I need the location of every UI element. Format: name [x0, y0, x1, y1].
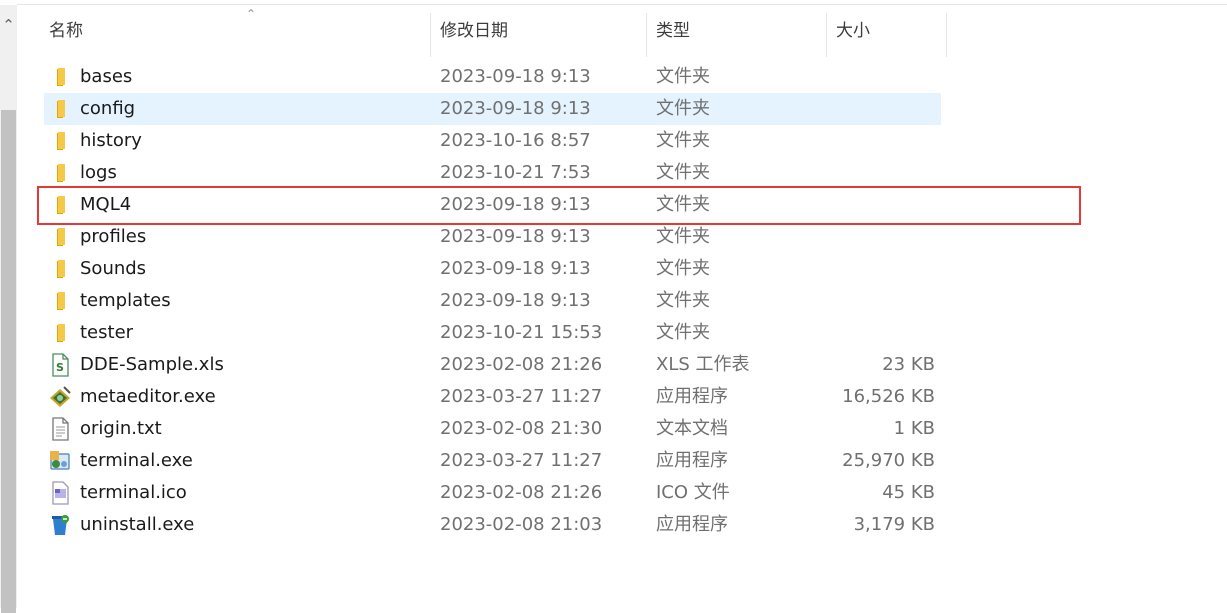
file-modified-date: 2023-09-18 9:13 [440, 226, 591, 247]
file-name[interactable]: logs [80, 157, 117, 189]
folder-icon [48, 97, 72, 121]
file-name[interactable]: templates [80, 285, 171, 317]
highlight-annotation-box [37, 186, 1081, 225]
file-size: 3,179 KB [853, 514, 935, 535]
spreadsheet-icon: S [48, 353, 72, 377]
sort-ascending-icon: ⌃ [246, 7, 257, 21]
scroll-up-arrow-icon[interactable]: ⌃ [0, 15, 17, 35]
file-row[interactable]: uninstall.exe 2023-02-08 21:03 应用程序 3,179 K… [44, 509, 941, 541]
file-type: 文件夹 [656, 290, 710, 311]
text-file-icon [48, 417, 72, 441]
column-separator[interactable] [946, 13, 947, 57]
file-size: 1 KB [893, 418, 935, 439]
column-header-bar: ⌃ 名称 修改日期 类型 大小 [17, 6, 1227, 57]
file-type: 文件夹 [656, 258, 710, 279]
file-modified-date: 2023-10-21 15:53 [440, 322, 603, 343]
file-size: 16,526 KB [842, 386, 935, 407]
file-row[interactable]: bases 2023-09-18 9:13 文件夹 [44, 61, 941, 93]
file-name[interactable]: metaeditor.exe [80, 381, 216, 413]
folder-icon [48, 257, 72, 281]
file-modified-date: 2023-10-16 8:57 [440, 130, 591, 151]
file-modified-date: 2023-09-18 9:13 [440, 258, 591, 279]
file-name[interactable]: terminal.ico [80, 477, 187, 509]
file-modified-date: 2023-03-27 11:27 [440, 386, 603, 407]
column-separator[interactable] [646, 13, 647, 57]
file-type: 应用程序 [656, 450, 728, 471]
file-row[interactable]: history 2023-10-16 8:57 文件夹 [44, 125, 941, 157]
folder-icon [48, 161, 72, 185]
scroll-thumb[interactable] [1, 110, 16, 613]
file-name[interactable]: terminal.exe [80, 445, 193, 477]
folder-icon [48, 65, 72, 89]
file-name[interactable]: origin.txt [80, 413, 162, 445]
file-type: 应用程序 [656, 514, 728, 535]
file-type: 文件夹 [656, 226, 710, 247]
file-modified-date: 2023-10-21 7:53 [440, 162, 591, 183]
file-type: XLS 工作表 [656, 354, 750, 375]
file-row[interactable]: logs 2023-10-21 7:53 文件夹 [44, 157, 941, 189]
file-size: 45 KB [882, 482, 935, 503]
column-separator[interactable] [430, 13, 431, 57]
file-name[interactable]: tester [80, 317, 133, 349]
file-row[interactable]: terminal.exe 2023-03-27 11:27 应用程序 25,970 K… [44, 445, 941, 477]
file-row[interactable]: templates 2023-09-18 9:13 文件夹 [44, 285, 941, 317]
column-header-type[interactable]: 类型 [656, 20, 690, 42]
file-type: 文件夹 [656, 66, 710, 87]
file-name[interactable]: history [80, 125, 142, 157]
ico-file-icon [48, 481, 72, 505]
file-type: 文件夹 [656, 130, 710, 151]
top-divider [17, 4, 1227, 5]
svg-text:S: S [56, 361, 64, 374]
file-name[interactable]: Sounds [80, 253, 146, 285]
file-size: 23 KB [882, 354, 935, 375]
file-modified-date: 2023-09-18 9:13 [440, 290, 591, 311]
terminal-app-icon [48, 449, 72, 473]
file-name[interactable]: bases [80, 61, 132, 93]
file-row[interactable]: S DDE-Sample.xls 2023-02-08 21:26 XLS 工作表 23… [44, 349, 941, 381]
file-type: ICO 文件 [656, 482, 730, 503]
file-row[interactable]: terminal.ico 2023-02-08 21:26 ICO 文件 45 KB [44, 477, 941, 509]
file-size: 25,970 KB [842, 450, 935, 471]
file-modified-date: 2023-02-08 21:26 [440, 354, 603, 375]
file-name[interactable]: uninstall.exe [80, 509, 194, 541]
file-name[interactable]: DDE-Sample.xls [80, 349, 224, 381]
file-row[interactable]: origin.txt 2023-02-08 21:30 文本文档 1 KB [44, 413, 941, 445]
file-modified-date: 2023-02-08 21:30 [440, 418, 603, 439]
file-modified-date: 2023-09-18 9:13 [440, 98, 591, 119]
file-row[interactable]: metaeditor.exe 2023-03-27 11:27 应用程序 16,526… [44, 381, 941, 413]
file-name[interactable]: profiles [80, 221, 146, 253]
folder-icon [48, 129, 72, 153]
uninstall-app-icon [48, 513, 72, 537]
file-type: 文件夹 [656, 162, 710, 183]
file-modified-date: 2023-09-18 9:13 [440, 66, 591, 87]
file-row[interactable]: Sounds 2023-09-18 9:13 文件夹 [44, 253, 941, 285]
column-header-date[interactable]: 修改日期 [440, 20, 508, 42]
file-type: 文本文档 [656, 418, 728, 439]
folder-icon [48, 225, 72, 249]
file-type: 文件夹 [656, 322, 710, 343]
file-row[interactable]: config 2023-09-18 9:13 文件夹 [44, 93, 941, 125]
column-header-size[interactable]: 大小 [836, 20, 870, 42]
file-modified-date: 2023-03-27 11:27 [440, 450, 603, 471]
file-name[interactable]: config [80, 93, 135, 125]
metaeditor-app-icon [48, 385, 72, 409]
column-header-name[interactable]: 名称 [49, 20, 83, 42]
file-row[interactable]: profiles 2023-09-18 9:13 文件夹 [44, 221, 941, 253]
folder-icon [48, 321, 72, 345]
column-separator[interactable] [826, 13, 827, 57]
file-modified-date: 2023-02-08 21:03 [440, 514, 603, 535]
file-type: 应用程序 [656, 386, 728, 407]
file-modified-date: 2023-02-08 21:26 [440, 482, 603, 503]
file-type: 文件夹 [656, 98, 710, 119]
file-row[interactable]: tester 2023-10-21 15:53 文件夹 [44, 317, 941, 349]
vertical-scrollbar[interactable]: ⌃ [0, 5, 17, 613]
folder-icon [48, 289, 72, 313]
